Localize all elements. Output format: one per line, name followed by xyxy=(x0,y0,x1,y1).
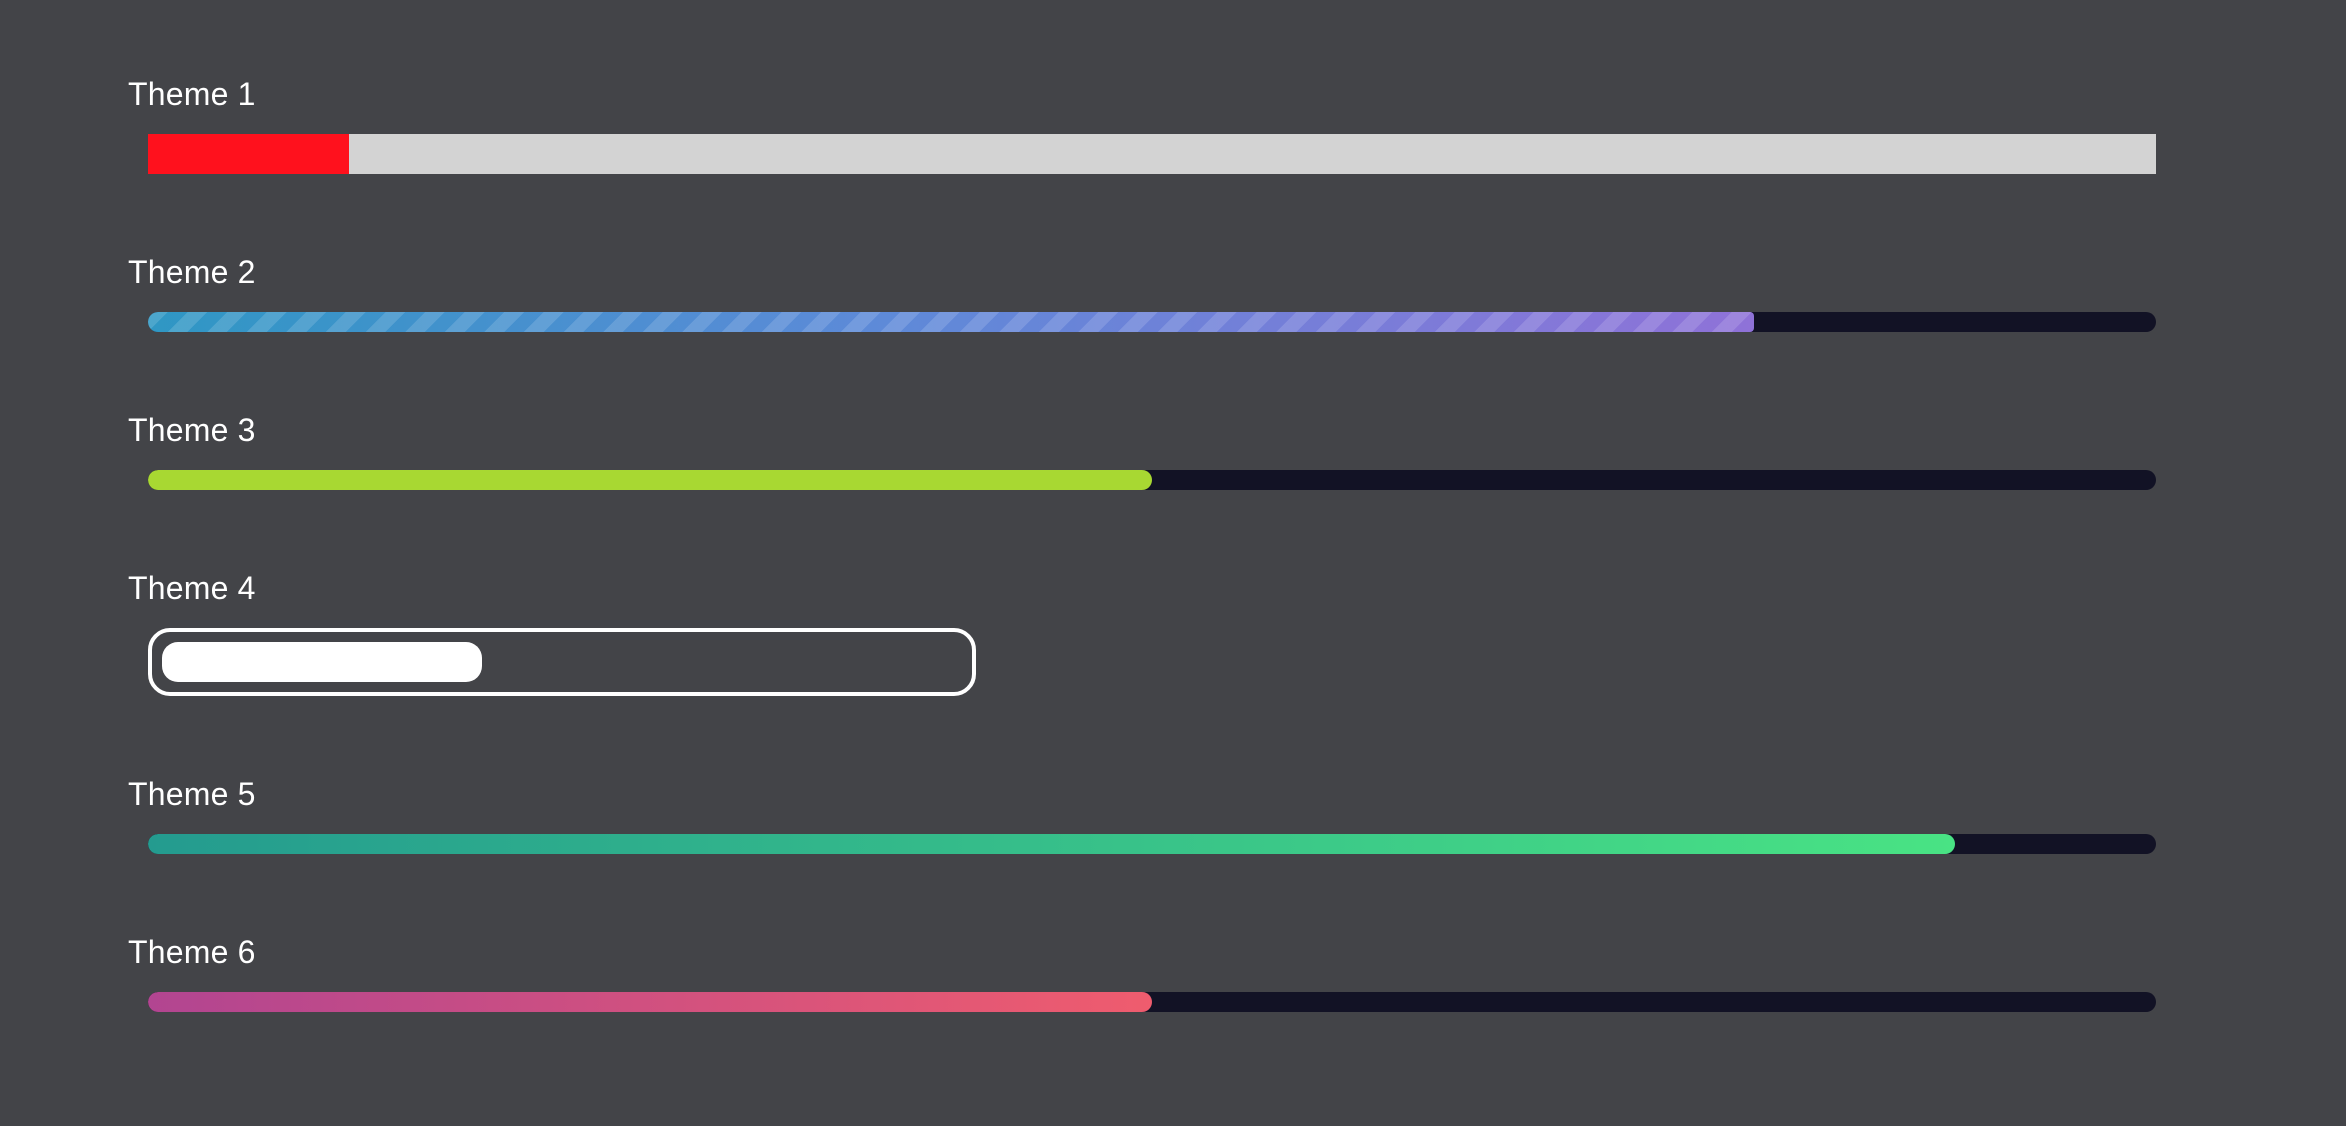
progress-track xyxy=(148,834,2156,854)
theme-3-label: Theme 3 xyxy=(128,412,256,448)
progress-fill xyxy=(148,470,1152,490)
progress-track xyxy=(148,134,2156,174)
progress-fill xyxy=(148,312,1755,332)
progress-track xyxy=(148,470,2156,490)
theme-6-label: Theme 6 xyxy=(128,934,256,970)
progress-fill xyxy=(148,992,1152,1012)
progress-fill xyxy=(162,642,482,682)
theme-2-label: Theme 2 xyxy=(128,254,256,290)
theme-1-label: Theme 1 xyxy=(128,76,256,112)
progress-fill xyxy=(148,134,349,174)
progress-track xyxy=(148,312,2156,332)
progress-track xyxy=(148,628,976,696)
theme-5-label: Theme 5 xyxy=(128,776,256,812)
progress-fill xyxy=(148,834,1956,854)
theme-4-label: Theme 4 xyxy=(128,570,256,606)
progress-track xyxy=(148,992,2156,1012)
